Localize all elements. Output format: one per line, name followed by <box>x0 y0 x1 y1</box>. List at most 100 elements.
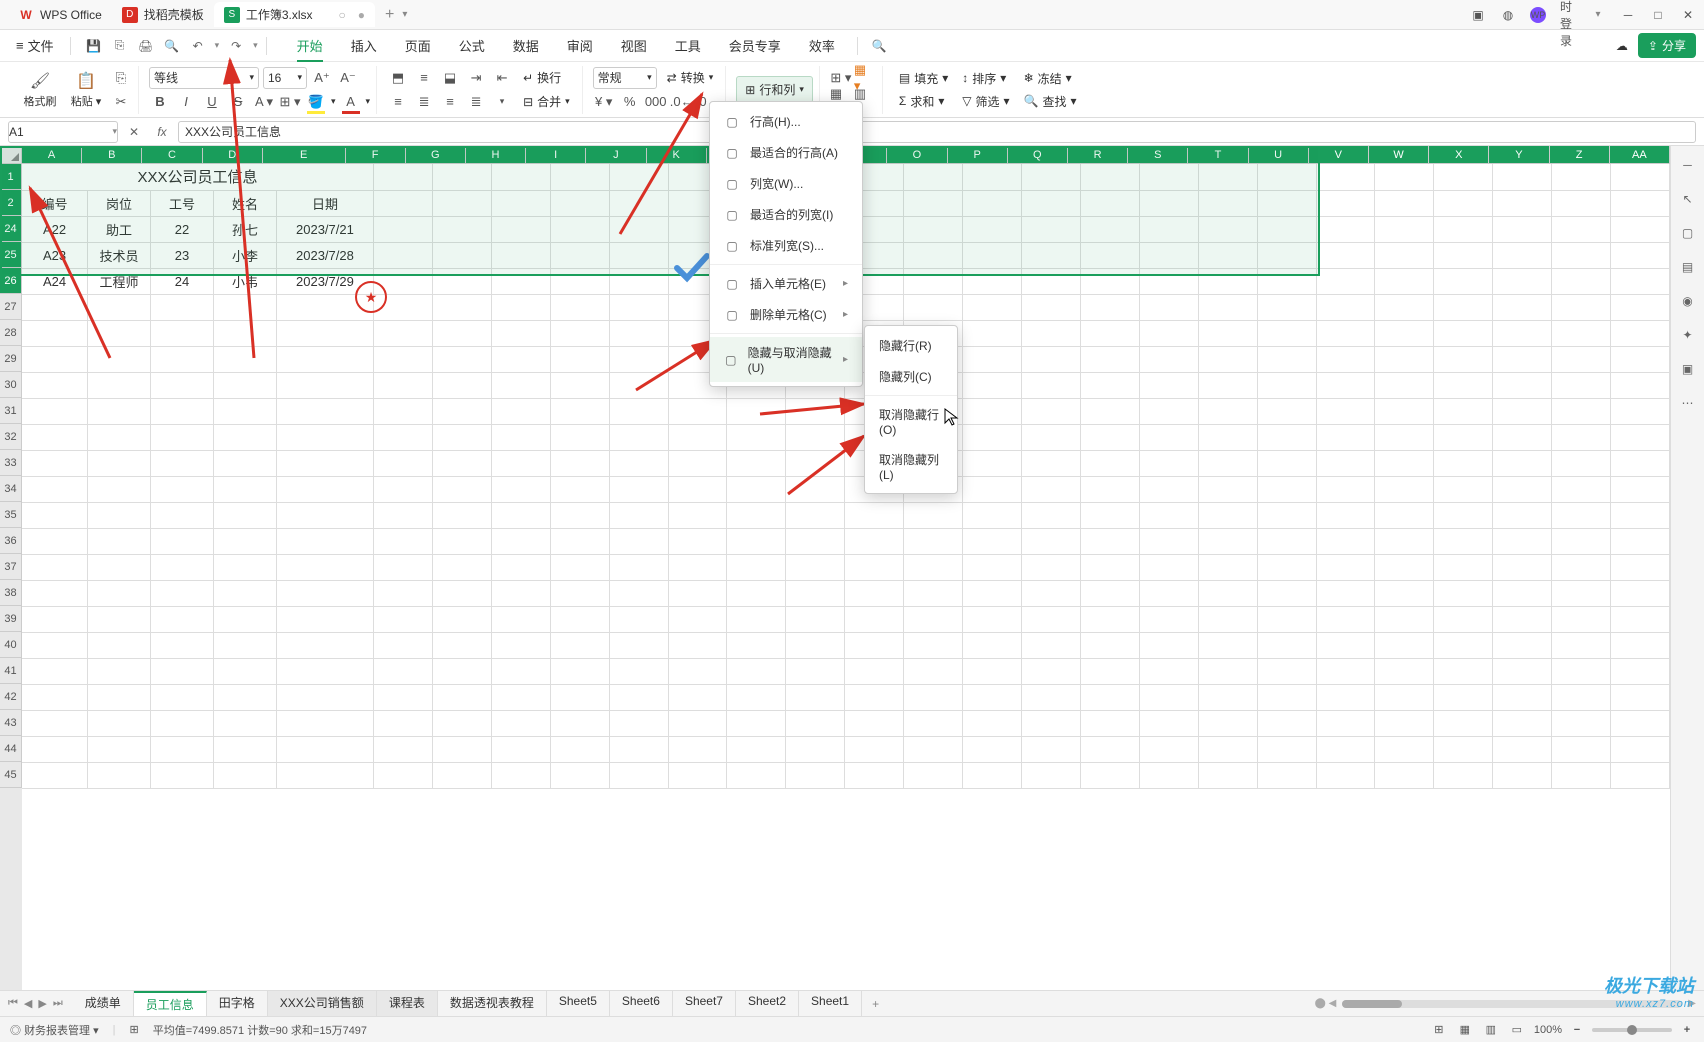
name-box[interactable]: A1 ▾ <box>8 121 118 143</box>
sheet-tab[interactable]: XXX公司销售额 <box>268 991 377 1016</box>
row-header[interactable]: 34 <box>0 476 22 502</box>
submenu-item[interactable]: 取消隐藏行(O) <box>865 399 957 444</box>
sheet-tab[interactable]: Sheet7 <box>673 991 736 1016</box>
pagebreak-view-icon[interactable]: ▥ <box>1482 1021 1500 1039</box>
collapse-icon[interactable]: ─ <box>1677 154 1699 176</box>
row-header[interactable]: 35 <box>0 502 22 528</box>
row-header[interactable]: 42 <box>0 684 22 710</box>
freeze-button[interactable]: ❄冻结 ▾ <box>1018 68 1083 89</box>
font-color-icon[interactable]: A <box>340 91 362 113</box>
col-header[interactable]: T <box>1188 146 1248 164</box>
increase-indent-icon[interactable]: ⇥ <box>465 67 487 89</box>
file-menu-button[interactable]: ≡ 文件 <box>8 32 62 59</box>
number-format-combo[interactable]: 常规 ▾ <box>593 67 657 89</box>
menu-item[interactable]: ▢删除单元格(C)▸ <box>710 299 862 330</box>
close-icon[interactable]: ✕ <box>1680 7 1696 23</box>
login-label[interactable]: 临时登录 <box>1560 7 1576 23</box>
row-header[interactable]: 26 <box>0 268 22 294</box>
sort-button[interactable]: ↕排序 ▾ <box>956 68 1015 89</box>
menu-item[interactable]: ▢列宽(W)... <box>710 168 862 199</box>
col-header[interactable]: G <box>406 146 466 164</box>
border-icon[interactable]: ⊞ ▾ <box>279 91 301 113</box>
cancel-formula-icon[interactable]: ✕ <box>122 121 146 143</box>
align-justify-icon[interactable]: ≣ <box>465 91 487 113</box>
col-header[interactable]: F <box>346 146 406 164</box>
menu-tab-1[interactable]: 插入 <box>337 30 391 61</box>
menu-item[interactable]: ▢最适合的行高(A) <box>710 137 862 168</box>
col-header[interactable]: R <box>1068 146 1128 164</box>
layout-icon[interactable]: ⊞ <box>130 1023 139 1036</box>
select-tool-icon[interactable]: ↖ <box>1677 188 1699 210</box>
fill-button[interactable]: ▤填充 ▾ <box>893 68 954 89</box>
app-tab-docer[interactable]: D 找稻壳模板 <box>112 2 214 27</box>
italic-icon[interactable]: I <box>175 91 197 113</box>
sum-button[interactable]: Σ求和 ▾ <box>893 91 954 112</box>
maximize-icon[interactable]: □ <box>1650 7 1666 23</box>
menu-tab-8[interactable]: 会员专享 <box>715 30 795 61</box>
menu-tab-0[interactable]: 开始 <box>283 30 337 61</box>
col-header[interactable]: H <box>466 146 526 164</box>
row-header[interactable]: 32 <box>0 424 22 450</box>
undo-icon[interactable]: ↶ <box>189 37 207 55</box>
menu-item[interactable]: ▢行高(H)... <box>710 106 862 137</box>
assets-icon[interactable]: ◉ <box>1677 290 1699 312</box>
col-header[interactable]: D <box>203 146 263 164</box>
row-headers[interactable]: 1224252627282930313233343536373839404142… <box>0 164 22 990</box>
panel-icon[interactable]: ▣ <box>1470 7 1486 23</box>
tab-close-icon[interactable]: ● <box>358 8 365 22</box>
col-header[interactable]: X <box>1429 146 1489 164</box>
fill-color-icon[interactable]: 🪣 <box>305 91 327 113</box>
row-header[interactable]: 37 <box>0 554 22 580</box>
row-header[interactable]: 27 <box>0 294 22 320</box>
menu-tab-2[interactable]: 页面 <box>391 30 445 61</box>
search-icon[interactable]: 🔍 <box>872 39 887 53</box>
formula-input[interactable]: XXX公司员工信息 <box>178 121 1696 143</box>
col-header[interactable]: E <box>263 146 346 164</box>
col-header[interactable]: Z <box>1550 146 1610 164</box>
redo-icon[interactable]: ↷ <box>227 37 245 55</box>
menu-item[interactable]: ▢标准列宽(S)... <box>710 230 862 261</box>
sheet-tab[interactable]: 成绩单 <box>73 991 134 1016</box>
col-header[interactable]: S <box>1128 146 1188 164</box>
save-icon[interactable]: 💾 <box>85 37 103 55</box>
zoom-slider[interactable] <box>1592 1028 1672 1032</box>
layers-icon[interactable]: ▤ <box>1677 256 1699 278</box>
sheet-tab[interactable]: Sheet2 <box>736 991 799 1016</box>
submenu-item[interactable]: 取消隐藏列(L) <box>865 444 957 489</box>
menu-tab-5[interactable]: 审阅 <box>553 30 607 61</box>
prev-sheet-icon[interactable]: ◀ <box>24 997 32 1010</box>
next-sheet-icon[interactable]: ▶ <box>38 997 46 1010</box>
zoom-out-button[interactable]: − <box>1570 1023 1584 1037</box>
mode-indicator[interactable]: ◎ 财务报表管理 ▾ <box>10 1022 99 1038</box>
row-header[interactable]: 1 <box>0 164 22 190</box>
menu-tab-9[interactable]: 效率 <box>795 30 849 61</box>
add-sheet-icon[interactable]: + <box>862 997 889 1011</box>
print-preview-icon[interactable]: 🔍 <box>163 37 181 55</box>
font-style-icon[interactable]: A ▾ <box>253 91 275 113</box>
sheet-tab[interactable]: Sheet1 <box>799 991 862 1016</box>
row-col-button[interactable]: ⊞ 行和列 ▾ <box>736 76 813 103</box>
merge-button[interactable]: ⊟ 合并 ▾ <box>517 91 576 112</box>
row-header[interactable]: 36 <box>0 528 22 554</box>
font-size-combo[interactable]: 16 ▾ <box>263 67 307 89</box>
avatar-icon[interactable]: WP <box>1530 7 1546 23</box>
reading-view-icon[interactable]: ▭ <box>1508 1021 1526 1039</box>
col-header[interactable]: V <box>1309 146 1369 164</box>
col-header[interactable]: U <box>1249 146 1309 164</box>
wrap-text-button[interactable]: ↵ 换行 <box>517 67 567 88</box>
menu-item[interactable]: ▢隐藏与取消隐藏(U)▸ <box>710 337 862 382</box>
submenu-item[interactable]: 隐藏行(R) <box>865 330 957 361</box>
row-header[interactable]: 41 <box>0 658 22 684</box>
app-tab-wps[interactable]: W WPS Office <box>8 3 112 27</box>
print-icon[interactable]: 🖨 <box>137 37 155 55</box>
normal-view-icon[interactable]: ⊞ <box>1430 1021 1448 1039</box>
bookmarks-icon[interactable]: ▣ <box>1677 358 1699 380</box>
orientation-icon[interactable]: ▾ <box>491 91 513 113</box>
format-painter-button[interactable]: 🖌 格式刷 <box>18 67 62 113</box>
font-name-combo[interactable]: 等线 ▾ <box>149 67 259 89</box>
comma-icon[interactable]: 000 <box>645 91 667 113</box>
find-button[interactable]: 🔍查找 ▾ <box>1018 91 1083 112</box>
first-sheet-icon[interactable]: ⏮ <box>8 997 18 1010</box>
menu-item[interactable]: ▢最适合的列宽(I) <box>710 199 862 230</box>
sheet-tab[interactable]: 田字格 <box>207 991 268 1016</box>
